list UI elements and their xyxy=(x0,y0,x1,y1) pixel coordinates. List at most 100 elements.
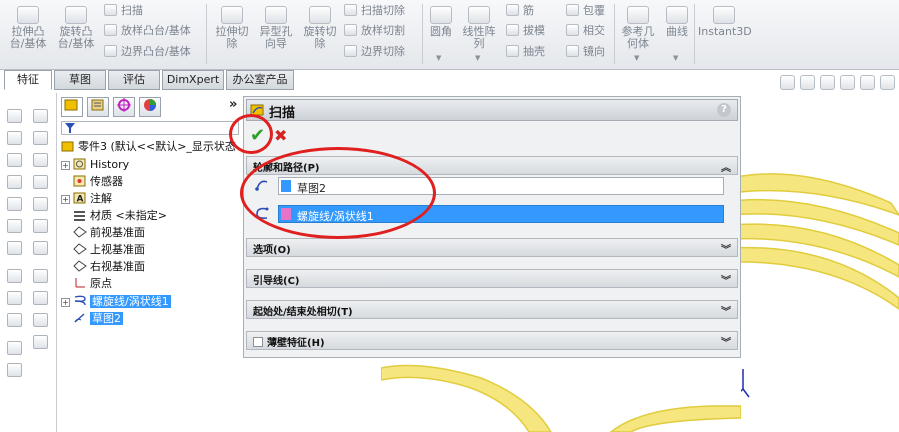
draft-button[interactable]: 拔模 xyxy=(506,24,545,38)
previous-view-icon[interactable] xyxy=(820,75,835,90)
expand-icon[interactable]: + xyxy=(61,161,70,170)
section-view-icon[interactable] xyxy=(840,75,855,90)
boundary-boss-button[interactable]: 边界凸台/基体 xyxy=(104,45,191,59)
tool-icon[interactable] xyxy=(7,241,22,255)
group-guide-curves[interactable]: 引导线(C) ︾ xyxy=(246,269,738,288)
tool-icon[interactable] xyxy=(33,313,48,327)
property-tab-icon[interactable] xyxy=(87,97,109,117)
tool-icon[interactable] xyxy=(33,109,48,123)
tree-item-helix[interactable]: + 螺旋线/涡状线1 xyxy=(61,294,171,310)
view-orientation-icon[interactable] xyxy=(860,75,875,90)
tab-evaluate[interactable]: 评估 xyxy=(108,70,160,90)
tab-office-products[interactable]: 办公室产品 xyxy=(226,70,294,90)
extrude-boss-button[interactable]: 拉伸凸 台/基体 xyxy=(6,6,50,50)
tool-icon[interactable] xyxy=(7,109,22,123)
expand-icon[interactable]: + xyxy=(61,298,70,307)
reference-geometry-button[interactable]: 参考几 何体 xyxy=(618,6,658,50)
tool-icon[interactable] xyxy=(7,219,22,233)
chevron-down-icon[interactable]: ▼ xyxy=(475,54,480,62)
tool-icon[interactable] xyxy=(7,291,22,305)
revolve-boss-button[interactable]: 旋转凸 台/基体 xyxy=(54,6,98,50)
group-thin-feature[interactable]: 薄壁特征(H) ︾ xyxy=(246,331,738,350)
tool-icon[interactable] xyxy=(33,175,48,189)
sweep-button[interactable]: 扫描 xyxy=(104,4,143,18)
chevron-down-icon[interactable]: ▼ xyxy=(436,54,441,62)
tool-icon[interactable] xyxy=(33,153,48,167)
extrude-cut-button[interactable]: 拉伸切 除 xyxy=(210,6,254,50)
tool-icon[interactable] xyxy=(33,269,48,283)
tree-item-sketch2[interactable]: 草图2 xyxy=(61,311,123,327)
linear-pattern-button[interactable]: 线性阵 列 xyxy=(460,6,498,50)
revolve-boss-icon xyxy=(65,6,87,24)
expand-icon[interactable]: + xyxy=(61,195,70,204)
tool-icon[interactable] xyxy=(7,269,22,283)
group-label: 引导线(C) xyxy=(253,276,300,287)
shell-button[interactable]: 抽壳 xyxy=(506,45,545,59)
tool-icon[interactable] xyxy=(33,241,48,255)
tree-item-history[interactable]: + History xyxy=(61,157,129,173)
expand-icon[interactable]: ︾ xyxy=(721,334,731,349)
swept-cut-button[interactable]: 扫描切除 xyxy=(344,4,405,18)
lofted-cut-button[interactable]: 放样切割 xyxy=(344,24,405,38)
tool-icon[interactable] xyxy=(33,291,48,305)
tool-icon[interactable] xyxy=(7,197,22,211)
tool-icon[interactable] xyxy=(33,131,48,145)
mirror-icon xyxy=(566,45,579,57)
tree-filter-input[interactable] xyxy=(61,121,239,135)
tool-icon[interactable] xyxy=(33,197,48,211)
tool-icon[interactable] xyxy=(7,341,22,355)
graphics-area[interactable] xyxy=(741,93,899,432)
feature-tree-tab-icon[interactable] xyxy=(61,97,83,117)
zoom-to-fit-icon[interactable] xyxy=(780,75,795,90)
tool-icon[interactable] xyxy=(7,313,22,327)
tool-icon[interactable] xyxy=(7,131,22,145)
tree-item-origin[interactable]: 原点 xyxy=(61,276,112,292)
fillet-button[interactable]: 圆角 xyxy=(426,6,456,38)
tree-item-annotations[interactable]: + A 注解 xyxy=(61,191,112,207)
cancel-x-icon[interactable]: ✖ xyxy=(274,126,287,145)
config-tab-icon[interactable] xyxy=(113,97,135,117)
appearance-tab-icon[interactable] xyxy=(139,97,161,117)
tree-item-sensors[interactable]: 传感器 xyxy=(61,174,123,190)
rib-button[interactable]: 筋 xyxy=(506,4,534,18)
expand-icon[interactable]: ︾ xyxy=(721,241,731,256)
tree-item-right-plane[interactable]: 右视基准面 xyxy=(61,259,145,275)
expand-icon[interactable]: ︾ xyxy=(721,303,731,318)
mirror-button[interactable]: 镜向 xyxy=(566,45,605,59)
checkbox-icon[interactable] xyxy=(253,337,263,347)
tree-root-part[interactable]: 零件3 (默认<<默认>_显示状态 xyxy=(61,139,236,155)
group-options[interactable]: 选项(O) ︾ xyxy=(246,238,738,257)
tree-item-front-plane[interactable]: 前视基准面 xyxy=(61,225,145,241)
hole-wizard-button[interactable]: 异型孔 向导 xyxy=(254,6,298,50)
tab-features[interactable]: 特征 xyxy=(4,70,52,90)
zoom-to-area-icon[interactable] xyxy=(800,75,815,90)
boundary-cut-button[interactable]: 边界切除 xyxy=(344,45,405,59)
chevron-down-icon[interactable]: ▼ xyxy=(634,54,639,62)
collapse-panel-icon[interactable]: » xyxy=(229,97,237,112)
expand-icon[interactable]: ︾ xyxy=(721,272,731,287)
group-start-end-tangency[interactable]: 起始处/结束处相切(T) ︾ xyxy=(246,300,738,319)
collapse-icon[interactable]: ︽ xyxy=(721,159,731,174)
tree-item-material[interactable]: 材质 <未指定> xyxy=(61,208,167,224)
tool-icon[interactable] xyxy=(7,153,22,167)
loft-boss-button[interactable]: 放样凸台/基体 xyxy=(104,24,191,38)
tool-icon[interactable] xyxy=(7,363,22,377)
tool-icon[interactable] xyxy=(7,175,22,189)
sensor-icon xyxy=(73,175,86,187)
help-icon[interactable]: ? xyxy=(717,103,731,117)
intersect-button[interactable]: 相交 xyxy=(566,24,605,38)
tree-item-top-plane[interactable]: 上视基准面 xyxy=(61,242,145,258)
left-view-toolbar xyxy=(30,93,52,393)
curves-button[interactable]: 曲线 xyxy=(662,6,692,38)
chevron-down-icon[interactable]: ▼ xyxy=(673,54,678,62)
tool-icon[interactable] xyxy=(33,219,48,233)
instant3d-button[interactable]: Instant3D xyxy=(698,6,752,38)
property-manager-title: 扫描 xyxy=(269,106,296,121)
display-style-icon[interactable] xyxy=(880,75,895,90)
tool-icon[interactable] xyxy=(33,335,48,349)
thin-feature-checkbox[interactable]: 薄壁特征(H) xyxy=(253,334,325,349)
revolve-cut-button[interactable]: 旋转切 除 xyxy=(298,6,342,50)
wrap-button[interactable]: 包覆 xyxy=(566,4,605,18)
tab-dimxpert[interactable]: DimXpert xyxy=(162,70,224,90)
tab-sketch[interactable]: 草图 xyxy=(54,70,106,90)
